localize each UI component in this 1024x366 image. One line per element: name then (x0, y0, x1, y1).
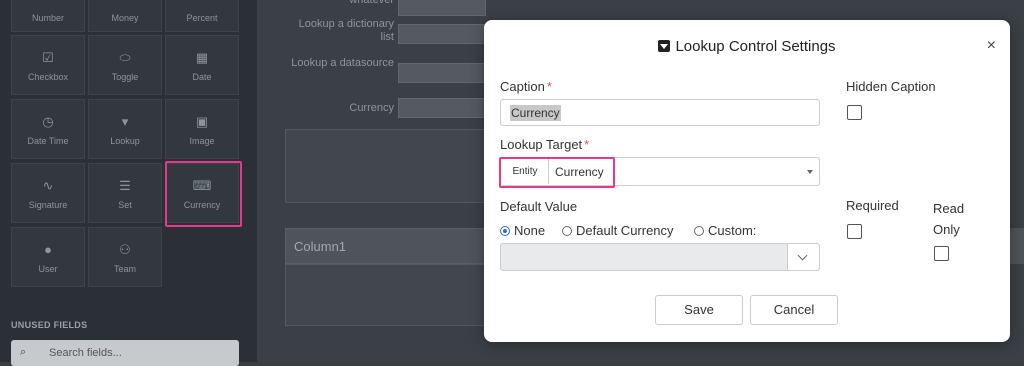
signature-icon: ∿ (42, 178, 54, 193)
cancel-button[interactable]: Cancel (750, 295, 838, 325)
bg-input-2 (398, 24, 486, 44)
custom-currency-dropdown[interactable] (500, 243, 820, 271)
radio-selected-icon[interactable] (500, 226, 510, 236)
percent-icon (166, 0, 238, 3)
lookup-settings-dialog: Lookup Control Settings × Caption * Curre… (484, 20, 1010, 342)
image-icon: ▣ (195, 114, 209, 129)
palette-tile-number[interactable]: Number (11, 0, 85, 32)
hidden-caption-checkbox[interactable] (847, 105, 862, 120)
radio-default-currency[interactable]: Default Currency (562, 223, 674, 239)
bg-label-datasource: Lookup a datasource (291, 57, 394, 69)
bg-column-edge (1010, 228, 1024, 264)
palette-tile-signature[interactable]: ∿ Signature (11, 163, 85, 223)
caption-value: Currency (510, 105, 561, 121)
hidden-caption-label: Hidden Caption (846, 79, 936, 94)
search-icon: ⌕ (20, 346, 27, 358)
number-icon (12, 0, 84, 3)
dropdown-box-icon (658, 40, 671, 52)
currency-tile-highlight (165, 161, 242, 227)
bg-label-whatever: whatever (349, 0, 394, 6)
palette-tile-date-time[interactable]: ◷ Date Time (11, 99, 85, 159)
checkbox-icon: ☑ (42, 50, 54, 65)
bg-section-box (285, 129, 497, 203)
save-button[interactable]: Save (655, 295, 743, 325)
caret-down-icon[interactable] (807, 170, 813, 174)
dropdown-toggle[interactable] (787, 244, 819, 270)
lookup-target-highlight (499, 157, 615, 188)
dialog-title: Lookup Control Settings (484, 38, 1010, 55)
palette-tile-date[interactable]: ▦ Date (165, 35, 239, 95)
bg-label-currency: Currency (349, 102, 394, 114)
calendar-icon: ▦ (195, 50, 209, 65)
money-icon (89, 0, 161, 3)
caption-label: Caption * (500, 79, 552, 94)
required-mark: * (546, 79, 552, 94)
toggle-icon: ⬭ (119, 50, 131, 65)
bg-input-1 (398, 0, 486, 16)
read-only-label: Read Only (933, 201, 965, 237)
bg-input-3 (398, 63, 486, 83)
search-placeholder: Search fields... (49, 347, 122, 359)
bg-input-4 (398, 98, 486, 118)
radio-none[interactable]: None (500, 223, 545, 239)
palette-tile-percent[interactable]: Percent (165, 0, 239, 32)
list-icon: ☰ (119, 178, 131, 193)
user-icon: ● (44, 242, 52, 257)
lookup-target-label: Lookup Target * (500, 137, 590, 152)
field-palette: Number Money Percent ☑ Checkbox ⬭ Toggle… (0, 0, 257, 366)
chevron-down-icon (797, 250, 808, 261)
palette-tile-user[interactable]: ● User (11, 227, 85, 287)
palette-tile-lookup[interactable]: ▾ Lookup (88, 99, 162, 159)
palette-tile-team[interactable]: ⚇ Team (88, 227, 162, 287)
bg-column-body (285, 264, 487, 326)
caption-input[interactable]: Currency (500, 99, 820, 126)
clock-icon: ◷ (42, 114, 54, 129)
field-search-box[interactable]: ⌕ Search fields... (11, 340, 239, 366)
palette-tile-set[interactable]: ☰ Set (88, 163, 162, 223)
unused-fields-heading: UNUSED FIELDS (11, 320, 88, 330)
radio-icon[interactable] (562, 226, 572, 236)
required-label: Required (846, 198, 899, 213)
default-value-label: Default Value (500, 199, 578, 214)
read-only-checkbox[interactable] (934, 246, 949, 261)
bg-label-dictionary: Lookup a dictionary list (298, 18, 394, 43)
palette-tile-toggle[interactable]: ⬭ Toggle (88, 35, 162, 95)
radio-icon[interactable] (694, 226, 704, 236)
lookup-icon: ▾ (121, 114, 129, 129)
close-icon[interactable]: × (987, 38, 996, 54)
palette-tile-checkbox[interactable]: ☑ Checkbox (11, 35, 85, 95)
palette-tile-money[interactable]: Money (88, 0, 162, 32)
bg-column-header: Column1 (285, 228, 485, 264)
radio-custom[interactable]: Custom: (694, 223, 756, 239)
team-icon: ⚇ (119, 242, 131, 257)
required-checkbox[interactable] (847, 224, 862, 239)
required-mark: * (584, 137, 590, 152)
palette-tile-image[interactable]: ▣ Image (165, 99, 239, 159)
